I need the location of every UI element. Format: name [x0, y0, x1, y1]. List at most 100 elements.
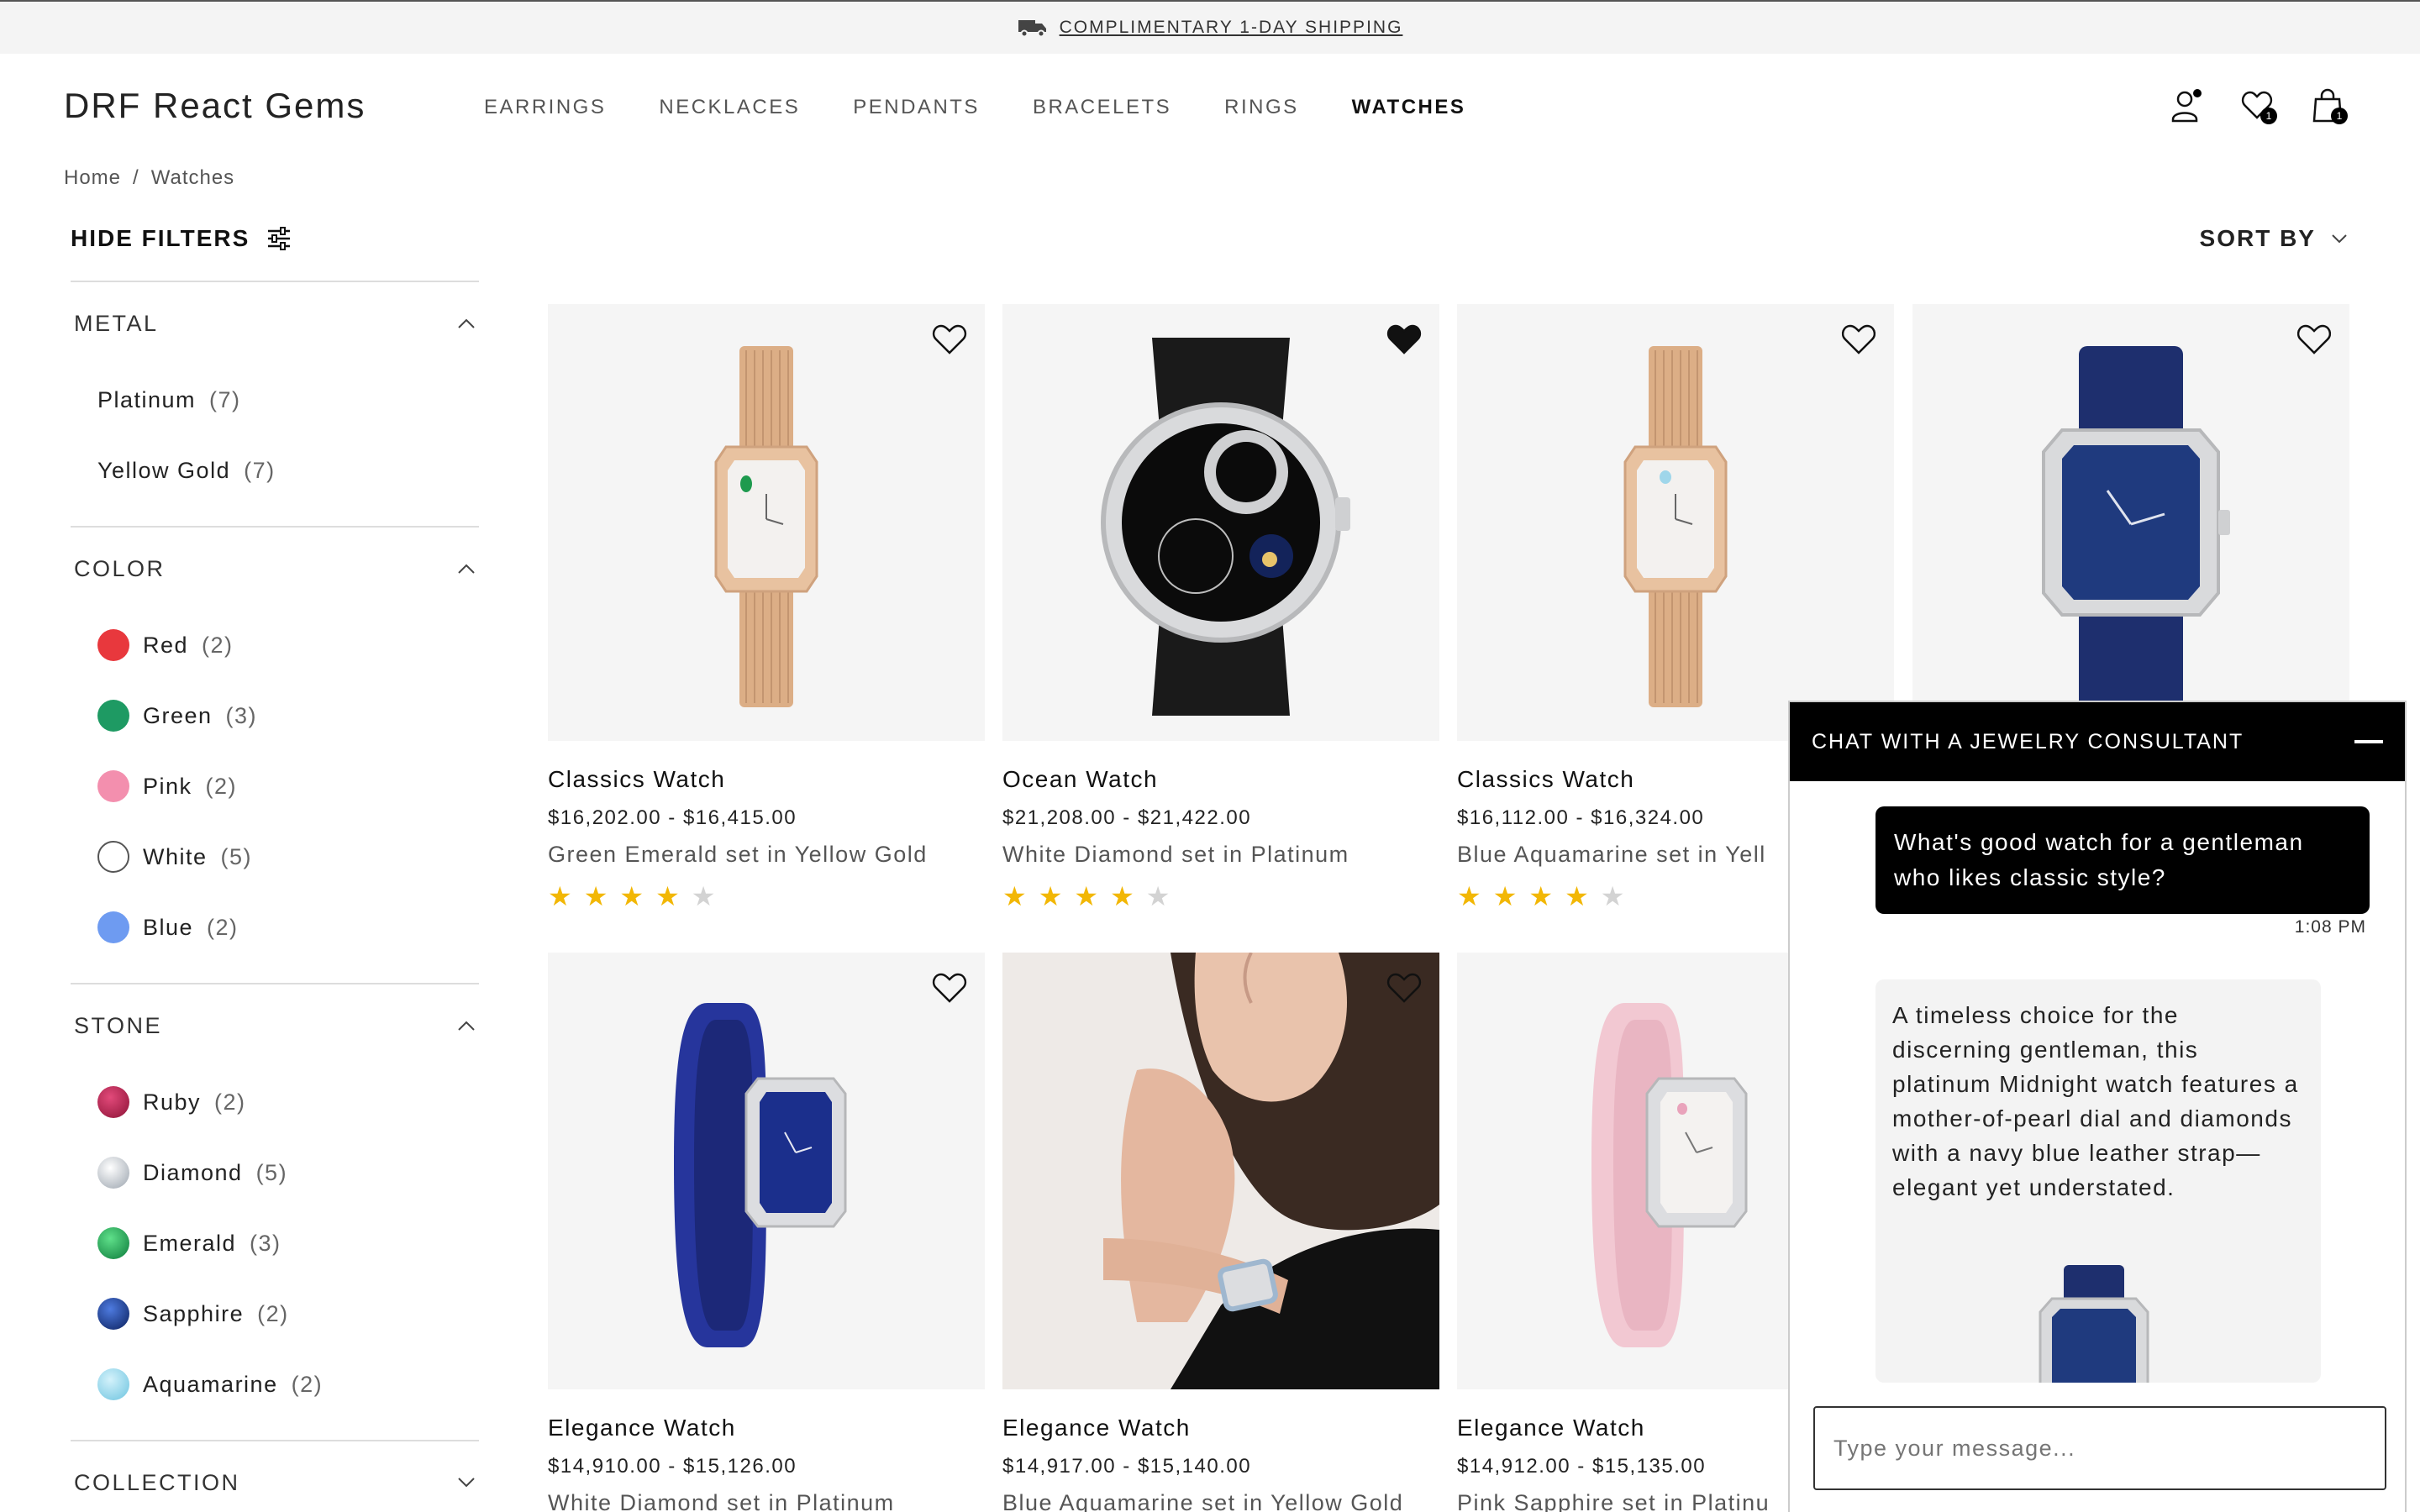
product-card[interactable]: Elegance Watch $14,917.00 - $15,140.00 B…: [1002, 953, 1439, 1512]
chat-message-input[interactable]: [1813, 1406, 2386, 1490]
product-image[interactable]: [548, 953, 985, 1389]
nav-bracelets[interactable]: BRACELETS: [1033, 96, 1171, 119]
breadcrumb-home[interactable]: Home: [64, 166, 121, 190]
chat-header[interactable]: CHAT WITH A JEWELRY CONSULTANT: [1790, 702, 2405, 781]
product-image[interactable]: [1002, 953, 1439, 1389]
black-diamond-watch-image: [1101, 338, 1350, 716]
account-button[interactable]: [2170, 87, 2203, 124]
product-image[interactable]: [1457, 304, 1894, 741]
filter-collection-toggle[interactable]: COLLECTION: [71, 1441, 479, 1512]
filter-section-metal: METAL Platinum (7) Yellow Gold (7): [71, 281, 479, 526]
product-image[interactable]: [1912, 304, 2349, 741]
star-icon: ★: [1565, 881, 1589, 911]
product-name[interactable]: Ocean Watch: [1002, 766, 1439, 793]
product-price: $14,910.00 - $15,126.00: [548, 1455, 797, 1478]
option-count: (2): [257, 1300, 289, 1326]
heart-outline-icon[interactable]: [931, 323, 968, 356]
product-description: Green Emerald set in Yellow Gold: [548, 842, 928, 867]
rose-gold-aquamarine-watch-image: [1623, 346, 1728, 707]
option-count: (3): [225, 702, 258, 728]
product-card[interactable]: Elegance Watch $14,910.00 - $15,126.00 W…: [548, 953, 985, 1512]
product-name[interactable]: Classics Watch: [548, 766, 985, 793]
sapphire-icon: [97, 1298, 129, 1330]
filter-section-color: COLOR Red (2) Green (3) Pink (2) White (…: [71, 526, 479, 983]
filter-option-sapphire[interactable]: Sapphire (2): [71, 1278, 479, 1349]
star-icon: ★: [1110, 881, 1134, 911]
star-icon: ★: [1074, 881, 1099, 911]
cart-button[interactable]: 1: [2311, 87, 2348, 124]
wishlist-count: 1: [2260, 108, 2277, 124]
option-count: (3): [250, 1230, 281, 1256]
star-icon: ★: [1038, 881, 1063, 911]
product-card[interactable]: Classics Watch $16,202.00 - $16,415.00 G…: [548, 304, 985, 910]
product-description: Blue Aquamarine set in Yellow Gold: [1002, 1490, 1404, 1512]
star-icon: ★: [1002, 881, 1027, 911]
filter-option-green[interactable]: Green (3): [71, 680, 479, 751]
cart-count: 1: [2331, 108, 2348, 124]
site-logo[interactable]: DRF React Gems: [64, 86, 366, 126]
filter-option-white[interactable]: White (5): [71, 822, 479, 892]
nav-earrings[interactable]: EARRINGS: [484, 96, 606, 119]
sort-dropdown[interactable]: SORT BY: [2200, 225, 2348, 252]
product-image[interactable]: [548, 304, 985, 741]
product-card[interactable]: [1912, 304, 2349, 741]
filter-option-pink[interactable]: Pink (2): [71, 751, 479, 822]
star-icon: ★: [1145, 881, 1171, 911]
pink-swatch: [97, 770, 129, 802]
consultant-message: A timeless choice for the discerning gen…: [1876, 979, 2321, 1383]
wishlist-button[interactable]: 1: [2240, 87, 2277, 124]
option-count: (2): [207, 914, 239, 940]
filter-option-diamond[interactable]: Diamond (5): [71, 1137, 479, 1208]
sort-label: SORT BY: [2199, 225, 2316, 251]
option-label: Sapphire: [143, 1300, 245, 1326]
filter-option-emerald[interactable]: Emerald (3): [71, 1208, 479, 1278]
chevron-down-icon: [458, 1478, 475, 1488]
heart-outline-icon[interactable]: [1840, 323, 1877, 356]
hide-filters-button[interactable]: HIDE FILTERS: [71, 225, 292, 252]
option-count: (2): [214, 1089, 246, 1115]
red-swatch: [97, 629, 129, 661]
filter-option-red[interactable]: Red (2): [71, 610, 479, 680]
recommended-watch-thumbnail[interactable]: [2027, 1265, 2161, 1383]
heart-outline-icon[interactable]: [2296, 323, 2333, 356]
filter-option-platinum[interactable]: Platinum (7): [71, 365, 479, 435]
filter-stone-toggle[interactable]: STONE: [71, 984, 479, 1067]
product-price: $14,917.00 - $15,140.00: [1002, 1455, 1252, 1478]
option-label: Aquamarine: [143, 1371, 278, 1397]
nav-pendants[interactable]: PENDANTS: [853, 96, 980, 119]
diamond-icon: [97, 1157, 129, 1189]
product-name[interactable]: Elegance Watch: [1002, 1415, 1439, 1441]
filter-section-stone: STONE Ruby (2) Diamond (5) Emerald (3) S…: [71, 983, 479, 1440]
rose-gold-watch-image: [714, 346, 818, 707]
filter-title: COLLECTION: [74, 1469, 240, 1495]
heart-outline-icon[interactable]: [1386, 971, 1423, 1005]
nav-rings[interactable]: RINGS: [1224, 96, 1299, 119]
green-swatch: [97, 700, 129, 732]
minimize-icon[interactable]: [2354, 740, 2383, 743]
product-price: $16,202.00 - $16,415.00: [548, 806, 797, 829]
nav-necklaces[interactable]: NECKLACES: [659, 96, 800, 119]
heart-filled-icon[interactable]: [1386, 323, 1423, 356]
option-count: (5): [220, 843, 253, 869]
filter-option-aquamarine[interactable]: Aquamarine (2): [71, 1349, 479, 1420]
heart-outline-icon[interactable]: [931, 971, 968, 1005]
filter-color-toggle[interactable]: COLOR: [71, 528, 479, 610]
product-image[interactable]: [1002, 304, 1439, 741]
shipping-link[interactable]: COMPLIMENTARY 1-DAY SHIPPING: [1060, 18, 1403, 38]
product-card[interactable]: Ocean Watch $21,208.00 - $21,422.00 Whit…: [1002, 304, 1439, 910]
emerald-icon: [97, 1227, 129, 1259]
nav-watches[interactable]: WATCHES: [1352, 96, 1466, 119]
product-price: $21,208.00 - $21,422.00: [1002, 806, 1252, 829]
option-count: (2): [202, 632, 234, 658]
filter-option-blue[interactable]: Blue (2): [71, 892, 479, 963]
user-message: What's good watch for a gentleman who li…: [1876, 806, 2370, 914]
filter-option-ruby[interactable]: Ruby (2): [71, 1067, 479, 1137]
option-count: (2): [291, 1371, 324, 1397]
filter-option-yellow-gold[interactable]: Yellow Gold (7): [71, 435, 479, 506]
star-rating: ★ ★ ★ ★ ★: [548, 883, 985, 910]
blue-strap-watch-image: [674, 1003, 847, 1347]
truck-icon: [1018, 20, 1046, 38]
filter-metal-toggle[interactable]: METAL: [71, 282, 479, 365]
product-name[interactable]: Elegance Watch: [548, 1415, 985, 1441]
star-icon: ★: [691, 881, 716, 911]
